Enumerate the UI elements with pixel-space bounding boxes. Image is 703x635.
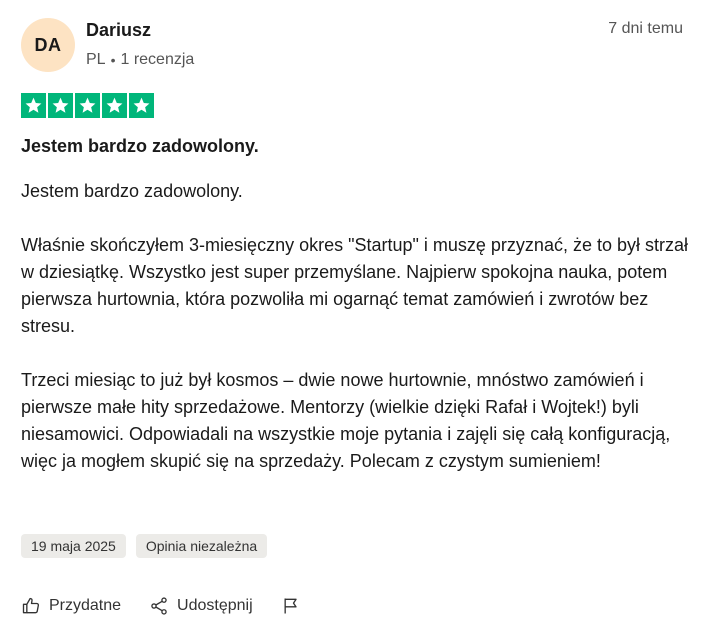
review-paragraph: Jestem bardzo zadowolony. bbox=[21, 181, 243, 201]
star-icon bbox=[75, 93, 100, 118]
reviewer-meta: PL • 1 recenzja bbox=[86, 51, 194, 69]
review-card: DA Dariusz PL • 1 recenzja 7 dni temu Je… bbox=[0, 0, 703, 635]
thumbs-up-icon bbox=[22, 597, 40, 614]
experience-date-tag: 19 maja 2025 bbox=[21, 534, 126, 558]
helpful-label: Przydatne bbox=[49, 597, 122, 614]
review-paragraph: Właśnie skończyłem 3-miesięczny okres "S… bbox=[21, 235, 688, 336]
star-icon bbox=[48, 93, 73, 118]
avatar-initials: DA bbox=[34, 34, 62, 55]
share-label: Udostępnij bbox=[177, 597, 253, 614]
meta-separator: • bbox=[110, 52, 116, 68]
review-paragraph: Trzeci miesiąc to już był kosmos – dwie … bbox=[21, 370, 671, 471]
review-title[interactable]: Jestem bardzo zadowolony. bbox=[21, 136, 259, 157]
share-icon bbox=[151, 597, 167, 615]
star-icon bbox=[21, 93, 46, 118]
review-count: 1 recenzja bbox=[120, 51, 195, 68]
flag-icon bbox=[284, 598, 297, 614]
avatar[interactable]: DA bbox=[21, 18, 75, 72]
unprompted-review-tag[interactable]: Opinia niezależna bbox=[135, 534, 268, 558]
posted-date: 7 dni temu bbox=[608, 20, 683, 37]
reviewer-name[interactable]: Dariusz bbox=[86, 20, 151, 41]
review-actions: Przydatne Udostępnij bbox=[21, 596, 301, 616]
review-body: Jestem bardzo zadowolony. Właśnie skończ… bbox=[21, 178, 691, 502]
report-button[interactable] bbox=[281, 596, 301, 616]
review-tags: 19 maja 2025 Opinia niezależna bbox=[21, 534, 268, 558]
reviewer-country: PL bbox=[86, 51, 106, 68]
star-icon bbox=[102, 93, 127, 118]
share-button[interactable]: Udostępnij bbox=[149, 596, 253, 616]
helpful-button[interactable]: Przydatne bbox=[21, 596, 121, 616]
star-rating bbox=[21, 93, 154, 118]
star-icon bbox=[129, 93, 154, 118]
